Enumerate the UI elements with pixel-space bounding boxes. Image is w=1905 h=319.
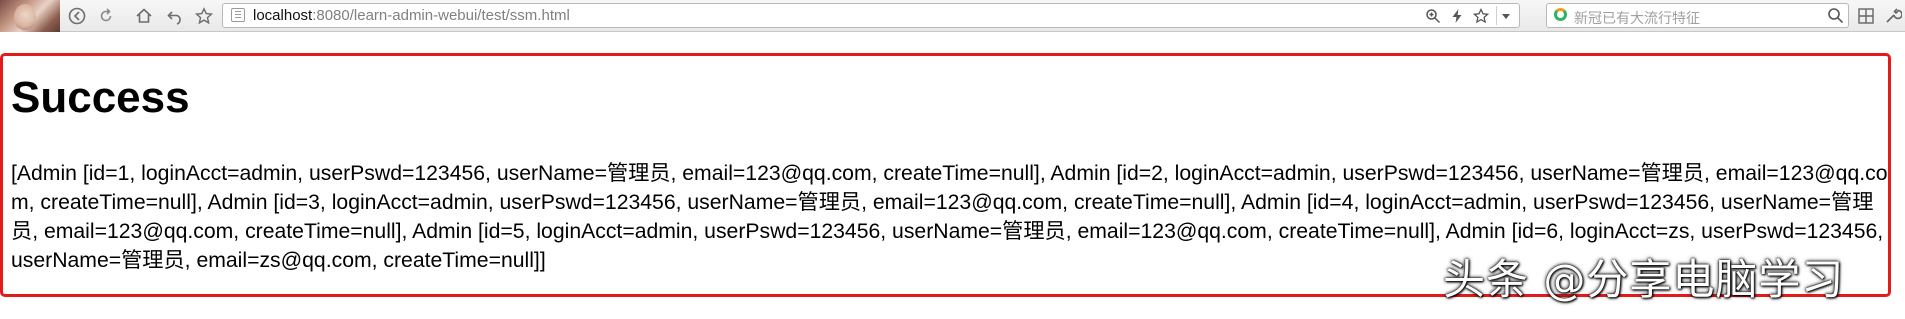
lightning-icon[interactable] (1448, 6, 1466, 25)
star-icon[interactable] (193, 5, 215, 27)
wrench-icon[interactable] (1882, 5, 1904, 27)
url-host: localhost (253, 7, 313, 24)
search-icon[interactable] (1827, 7, 1844, 24)
grid-icon[interactable] (1855, 5, 1877, 27)
back-arrow-icon[interactable] (66, 5, 88, 27)
home-icon[interactable] (133, 5, 155, 27)
search-bar[interactable]: 新冠已有大流行特征 (1546, 3, 1849, 28)
url-bar-actions (1424, 6, 1515, 25)
search-engine-icon (1554, 8, 1567, 21)
watermark: 头条 @分享电脑学习 (1443, 255, 1845, 304)
zoom-icon[interactable] (1424, 6, 1442, 25)
undo-icon[interactable] (164, 5, 186, 27)
avatar[interactable] (0, 0, 60, 32)
url-bar[interactable]: localhost:8080/learn-admin-webui/test/ss… (222, 3, 1520, 28)
url-text: localhost:8080/learn-admin-webui/test/ss… (253, 7, 570, 24)
page-icon (231, 8, 245, 22)
forward-arrow-icon[interactable] (95, 5, 117, 27)
dropdown-icon[interactable] (1496, 6, 1515, 25)
page-title: Success (11, 73, 190, 122)
bookmark-star-icon[interactable] (1472, 6, 1490, 25)
url-path: :8080/learn-admin-webui/test/ssm.html (312, 7, 570, 24)
search-placeholder: 新冠已有大流行特征 (1574, 10, 1700, 26)
browser-toolbar: localhost:8080/learn-admin-webui/test/ss… (0, 0, 1905, 32)
